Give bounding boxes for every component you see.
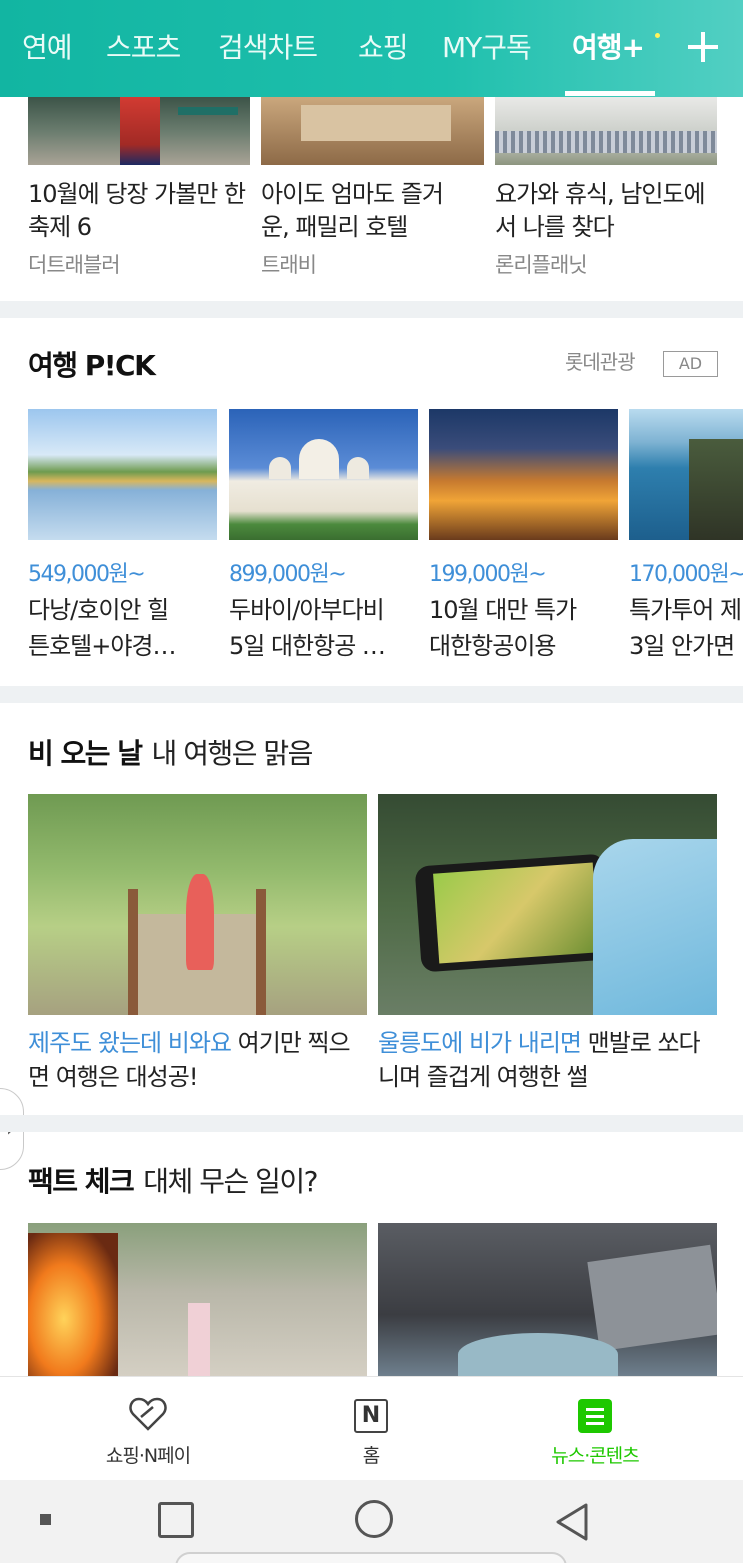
product-title[interactable]: 10월 대만 특가 xyxy=(429,592,609,628)
product-image-danang[interactable] xyxy=(28,409,217,540)
section-divider xyxy=(0,686,743,703)
product-price: 549,000원~ xyxy=(28,562,146,587)
rain-section-subtitle: 내 여행은 맑음 xyxy=(151,737,314,770)
story-caption[interactable]: 울릉도에 비가 내리면 맨발로 쏘다니며 즐겁게 여행한 썰 xyxy=(378,1026,718,1094)
nav-label: 뉴스·콘텐츠 xyxy=(551,1445,639,1467)
product-price: 899,000원~ xyxy=(229,562,347,587)
article-image-yoga[interactable] xyxy=(495,97,717,165)
product-title[interactable]: 튼호텔+야경… xyxy=(28,628,208,664)
article-source: 트래비 xyxy=(261,253,317,277)
tab-travel[interactable]: 여행+ xyxy=(572,26,645,66)
story-image-ulleung-rain[interactable] xyxy=(378,794,717,1015)
bottom-navigation: 쇼핑·N페이 N 홈 뉴스·콘텐츠 xyxy=(0,1376,743,1480)
article-image-hotel[interactable] xyxy=(261,97,484,165)
section-divider xyxy=(0,1115,743,1132)
product-title[interactable]: 다낭/호이안 힐 xyxy=(28,592,208,628)
fact-section-title: 팩트 체크 대체 무슨 일이? xyxy=(28,1160,319,1200)
product-image-taiwan[interactable] xyxy=(429,409,618,540)
ad-sponsor[interactable]: 롯데관광 xyxy=(565,346,636,375)
story-image-jeju-forest[interactable] xyxy=(28,794,367,1015)
n-logo-icon: N xyxy=(354,1399,388,1433)
article-source: 더트래블러 xyxy=(28,253,121,277)
active-tab-indicator xyxy=(565,91,655,96)
article-image-festival[interactable] xyxy=(28,97,250,165)
system-navigation-bar xyxy=(0,1480,743,1563)
fact-section-subtitle: 대체 무슨 일이? xyxy=(143,1165,318,1198)
product-title[interactable]: 특가투어 제 xyxy=(629,592,743,628)
story-image-illustration[interactable] xyxy=(378,1223,717,1376)
article-title[interactable]: 10월에 당장 가볼만 한 축제 6 xyxy=(28,178,253,244)
product-title[interactable]: 두바이/아부다비 xyxy=(229,592,409,628)
tab-entertainment[interactable]: 연예 xyxy=(22,26,73,66)
tab-sports[interactable]: 스포츠 xyxy=(106,26,181,66)
product-title[interactable]: 3일 안가면 xyxy=(629,628,743,664)
story-caption-highlight: 울릉도에 비가 내리면 xyxy=(378,1029,582,1057)
story-image-fire[interactable] xyxy=(28,1223,367,1376)
tab-search-chart[interactable]: 검색차트 xyxy=(218,26,318,66)
add-tab-button[interactable] xyxy=(686,30,720,64)
recent-apps-button[interactable] xyxy=(158,1502,194,1538)
product-image-dubai[interactable] xyxy=(229,409,418,540)
rain-section-title: 비 오는 날내 여행은 맑음 xyxy=(28,732,314,772)
gesture-handle[interactable] xyxy=(175,1552,567,1563)
article-title[interactable]: 아이도 엄마도 즐거운, 패밀리 호텔 xyxy=(261,178,466,244)
pick-section-title: 여행 P!CK xyxy=(28,349,156,382)
back-button[interactable] xyxy=(554,1502,590,1542)
new-badge-dot xyxy=(655,33,660,38)
nav-label: 홈 xyxy=(362,1445,380,1467)
ad-badge[interactable]: AD xyxy=(663,351,718,377)
news-list-icon xyxy=(578,1399,612,1433)
rain-section-title-main: 비 오는 날 xyxy=(28,737,143,770)
nav-shopping-npay[interactable]: 쇼핑·N페이 xyxy=(60,1377,236,1481)
product-price: 199,000원~ xyxy=(429,562,547,587)
heart-tag-icon xyxy=(129,1397,167,1431)
article-source: 론리플래닛 xyxy=(495,253,588,277)
menu-dot-icon[interactable] xyxy=(40,1514,51,1525)
nav-label: 쇼핑·N페이 xyxy=(105,1445,191,1467)
tab-my-subscription[interactable]: MY구독 xyxy=(442,26,532,66)
section-divider xyxy=(0,301,743,318)
nav-news-contents[interactable]: 뉴스·콘텐츠 xyxy=(507,1377,683,1481)
fact-section-title-main: 팩트 체크 xyxy=(28,1165,135,1198)
home-button[interactable] xyxy=(355,1500,393,1538)
product-image-jeju[interactable] xyxy=(629,409,743,540)
tab-shopping[interactable]: 쇼핑 xyxy=(358,26,409,66)
article-title[interactable]: 요가와 휴식, 남인도에서 나를 찾다 xyxy=(495,178,706,244)
nav-home[interactable]: N 홈 xyxy=(283,1377,459,1481)
product-price: 170,000원~ xyxy=(629,562,743,587)
story-caption[interactable]: 제주도 왔는데 비와요 여기만 찍으면 여행은 대성공! xyxy=(28,1026,368,1094)
story-caption-highlight: 제주도 왔는데 비와요 xyxy=(28,1029,232,1057)
top-tab-bar: 연예 스포츠 검색차트 쇼핑 MY구독 여행+ xyxy=(0,0,743,97)
product-title[interactable]: 5일 대한항공 … xyxy=(229,628,409,664)
product-title[interactable]: 대한항공이용 xyxy=(429,628,609,664)
